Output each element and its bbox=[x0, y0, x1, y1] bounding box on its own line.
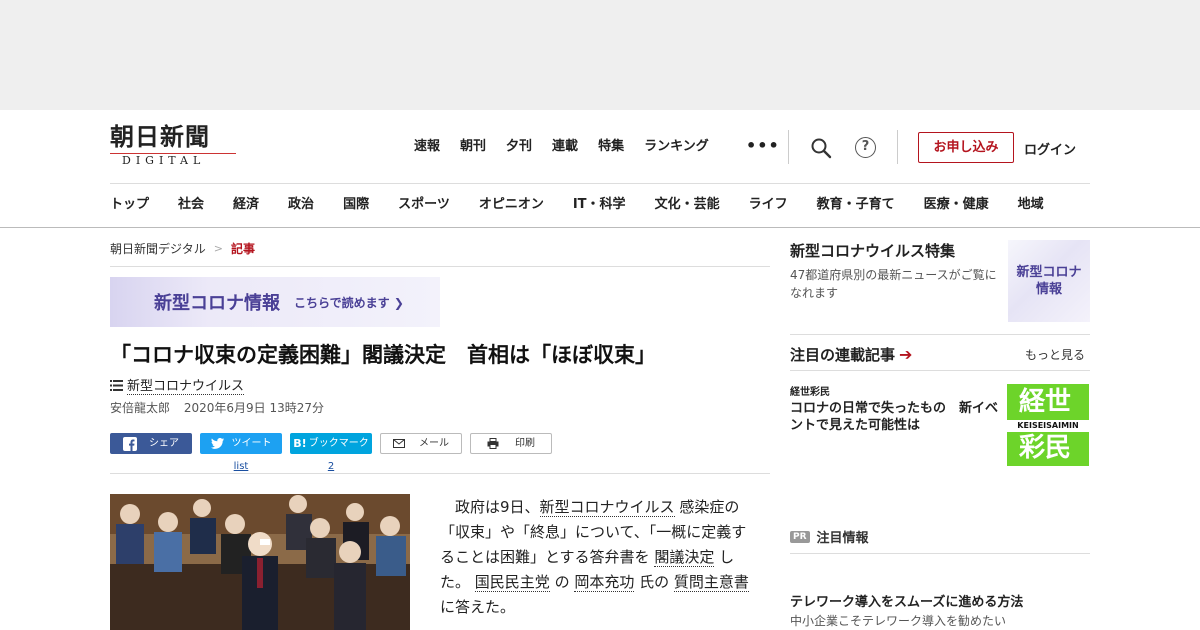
logo-digital: DIGITAL bbox=[110, 153, 236, 168]
topic-link[interactable]: 新型コロナウイルス bbox=[110, 375, 245, 395]
twitter-bird-icon bbox=[210, 438, 224, 449]
apply-button[interactable]: お申し込み bbox=[918, 132, 1014, 163]
series-heading-text: 注目の連載記事 bbox=[790, 346, 896, 364]
cat-region[interactable]: 地域 bbox=[1018, 196, 1044, 214]
top-nav: 速報 朝刊 夕刊 連載 特集 ランキング bbox=[414, 138, 729, 156]
login-link[interactable]: ログイン bbox=[1024, 139, 1076, 158]
article-body: 政府は9日、新型コロナウイルス 感染症の「収束」や「終息」について、「一概に定義… bbox=[440, 495, 760, 620]
sidebar-divider bbox=[790, 370, 1090, 371]
pr-article-title[interactable]: テレワーク導入をスムーズに進める方法 bbox=[790, 591, 1023, 610]
sidebar-feature-title[interactable]: 新型コロナウイルス特集 bbox=[790, 240, 955, 261]
sidebar-divider bbox=[790, 553, 1090, 554]
twitter-tweet-label: ツイート bbox=[231, 438, 272, 449]
byline: 安倍龍太郎 2020年6月9日 13時27分 bbox=[110, 399, 334, 416]
asahi-logo[interactable]: 朝日新聞 DIGITAL bbox=[110, 124, 240, 170]
advertisement-band bbox=[0, 0, 1200, 110]
facebook-share-button[interactable]: シェア bbox=[110, 433, 192, 454]
body-text: に答えた。 bbox=[440, 598, 516, 616]
topic-label: 新型コロナウイルス bbox=[127, 375, 245, 395]
share-divider bbox=[110, 473, 770, 474]
print-label: 印刷 bbox=[515, 438, 535, 449]
facebook-icon bbox=[123, 436, 137, 451]
feature-thumb-text: 新型コロナ情報 bbox=[1016, 265, 1082, 297]
arrow-right-icon: ➔ bbox=[899, 345, 913, 364]
breadcrumb-separator: > bbox=[213, 242, 223, 255]
site-header: 朝日新聞 DIGITAL 速報 朝刊 夕刊 連載 特集 ランキング ••• ? … bbox=[0, 110, 1200, 228]
search-icon[interactable] bbox=[810, 137, 832, 159]
author-name: 安倍龍太郎 bbox=[110, 401, 171, 415]
logo-kanji: 朝日新聞 bbox=[110, 122, 210, 151]
keyword-link-question-memo[interactable]: 質問主意書 bbox=[673, 573, 749, 592]
series-thumb-top: 経世 bbox=[1019, 387, 1072, 417]
topnav-morning[interactable]: 朝刊 bbox=[460, 138, 486, 156]
cat-health[interactable]: 医療・健康 bbox=[924, 196, 989, 214]
series-thumb-bot: 彩民 bbox=[1019, 433, 1072, 463]
hatena-bookmark-button[interactable]: B! ブックマーク 2 bbox=[290, 433, 372, 472]
breadcrumb-current: 記事 bbox=[230, 242, 255, 256]
sidebar-pr-heading: PR 注目情報 bbox=[790, 527, 869, 546]
mail-share-button[interactable]: メール bbox=[380, 433, 462, 454]
pr-heading-text: 注目情報 bbox=[816, 531, 869, 546]
pr-article-subtitle: 中小企業こそテレワーク導入を勧めたい bbox=[790, 614, 1007, 628]
topnav-evening[interactable]: 夕刊 bbox=[506, 138, 532, 156]
header-divider bbox=[897, 130, 898, 164]
header-divider bbox=[788, 130, 789, 164]
keyword-link-dpfp[interactable]: 国民民主党 bbox=[474, 573, 550, 592]
topnav-series[interactable]: 連載 bbox=[552, 138, 578, 156]
series-label: 経世彩民 bbox=[790, 387, 830, 398]
list-icon bbox=[110, 379, 123, 391]
article-photo[interactable] bbox=[110, 494, 410, 630]
keyword-link-okamoto[interactable]: 岡本充功 bbox=[574, 573, 635, 592]
cat-education[interactable]: 教育・子育て bbox=[817, 196, 895, 214]
series-thumb-mid: KEISEISAIMIN bbox=[1007, 420, 1089, 432]
topnav-ranking[interactable]: ランキング bbox=[644, 138, 709, 156]
twitter-tweet-button[interactable]: ツイート list bbox=[200, 433, 282, 472]
breadcrumb-home[interactable]: 朝日新聞デジタル bbox=[110, 240, 206, 257]
sidebar-series-heading: 注目の連載記事 ➔ bbox=[790, 344, 912, 365]
breadcrumb: 朝日新聞デジタル > 記事 bbox=[110, 240, 255, 257]
breadcrumb-divider bbox=[110, 266, 770, 267]
share-bar: シェア ツイート list B! ブックマーク 2 メール 印刷 bbox=[110, 433, 560, 472]
body-text: 政府は9日、 bbox=[455, 498, 540, 516]
cat-society[interactable]: 社会 bbox=[178, 196, 204, 214]
sidebar-divider bbox=[790, 334, 1090, 335]
cat-it-science[interactable]: IT・科学 bbox=[573, 196, 626, 214]
article-title: 「コロナ収束の定義困難」閣議決定 首相は「ほぼ収束」 bbox=[110, 343, 656, 367]
corona-banner-cta: こちらで読めます ❯ bbox=[294, 295, 404, 310]
header-divider-line bbox=[110, 183, 1090, 184]
hatena-bookmark-icon: B! bbox=[293, 437, 307, 450]
print-button[interactable]: 印刷 bbox=[470, 433, 552, 454]
topnav-features[interactable]: 特集 bbox=[598, 138, 624, 156]
cat-sports[interactable]: スポーツ bbox=[398, 196, 450, 214]
body-text: の bbox=[549, 573, 575, 591]
cat-opinion[interactable]: オピニオン bbox=[479, 196, 544, 214]
mail-share-label: メール bbox=[419, 438, 449, 449]
facebook-share-label: シェア bbox=[149, 438, 179, 449]
help-icon[interactable]: ? bbox=[855, 137, 876, 158]
corona-banner-title: 新型コロナ情報 bbox=[154, 293, 280, 314]
topnav-breaking[interactable]: 速報 bbox=[414, 138, 440, 156]
cat-international[interactable]: 国際 bbox=[343, 196, 369, 214]
keyword-link-coronavirus[interactable]: 新型コロナウイルス bbox=[539, 498, 675, 517]
printer-icon bbox=[487, 438, 499, 449]
cat-culture[interactable]: 文化・芸能 bbox=[655, 196, 720, 214]
cat-economy[interactable]: 経済 bbox=[233, 196, 259, 214]
pr-badge: PR bbox=[790, 530, 810, 543]
cat-life[interactable]: ライフ bbox=[749, 196, 788, 214]
sidebar-feature-desc: 47都道府県別の最新ニュースがご覧になれます bbox=[790, 268, 997, 300]
hatena-bookmark-label: ブックマーク bbox=[308, 438, 369, 449]
body-text: 氏の bbox=[634, 573, 674, 591]
more-series-link[interactable]: もっと見る bbox=[1025, 346, 1085, 363]
keyword-link-cabinet-decision[interactable]: 閣議決定 bbox=[654, 548, 715, 567]
publish-date: 2020年6月9日 13時27分 bbox=[183, 401, 325, 415]
cat-top[interactable]: トップ bbox=[110, 196, 149, 214]
cat-politics[interactable]: 政治 bbox=[288, 196, 314, 214]
series-article-title[interactable]: コロナの日常で失ったもの 新イベントで見えた可能性は bbox=[790, 400, 1002, 434]
corona-info-banner[interactable]: 新型コロナ情報 こちらで読めます ❯ bbox=[110, 277, 440, 327]
category-nav: トップ 社会 経済 政治 国際 スポーツ オピニオン IT・科学 文化・芸能 ラ… bbox=[110, 196, 1044, 214]
mail-icon bbox=[393, 439, 405, 448]
sidebar-feature-thumbnail[interactable]: 新型コロナ情報 bbox=[1008, 240, 1090, 322]
series-thumbnail[interactable]: 経世 KEISEISAIMIN 彩民 bbox=[1007, 384, 1089, 466]
more-menu-icon[interactable]: ••• bbox=[746, 136, 780, 155]
